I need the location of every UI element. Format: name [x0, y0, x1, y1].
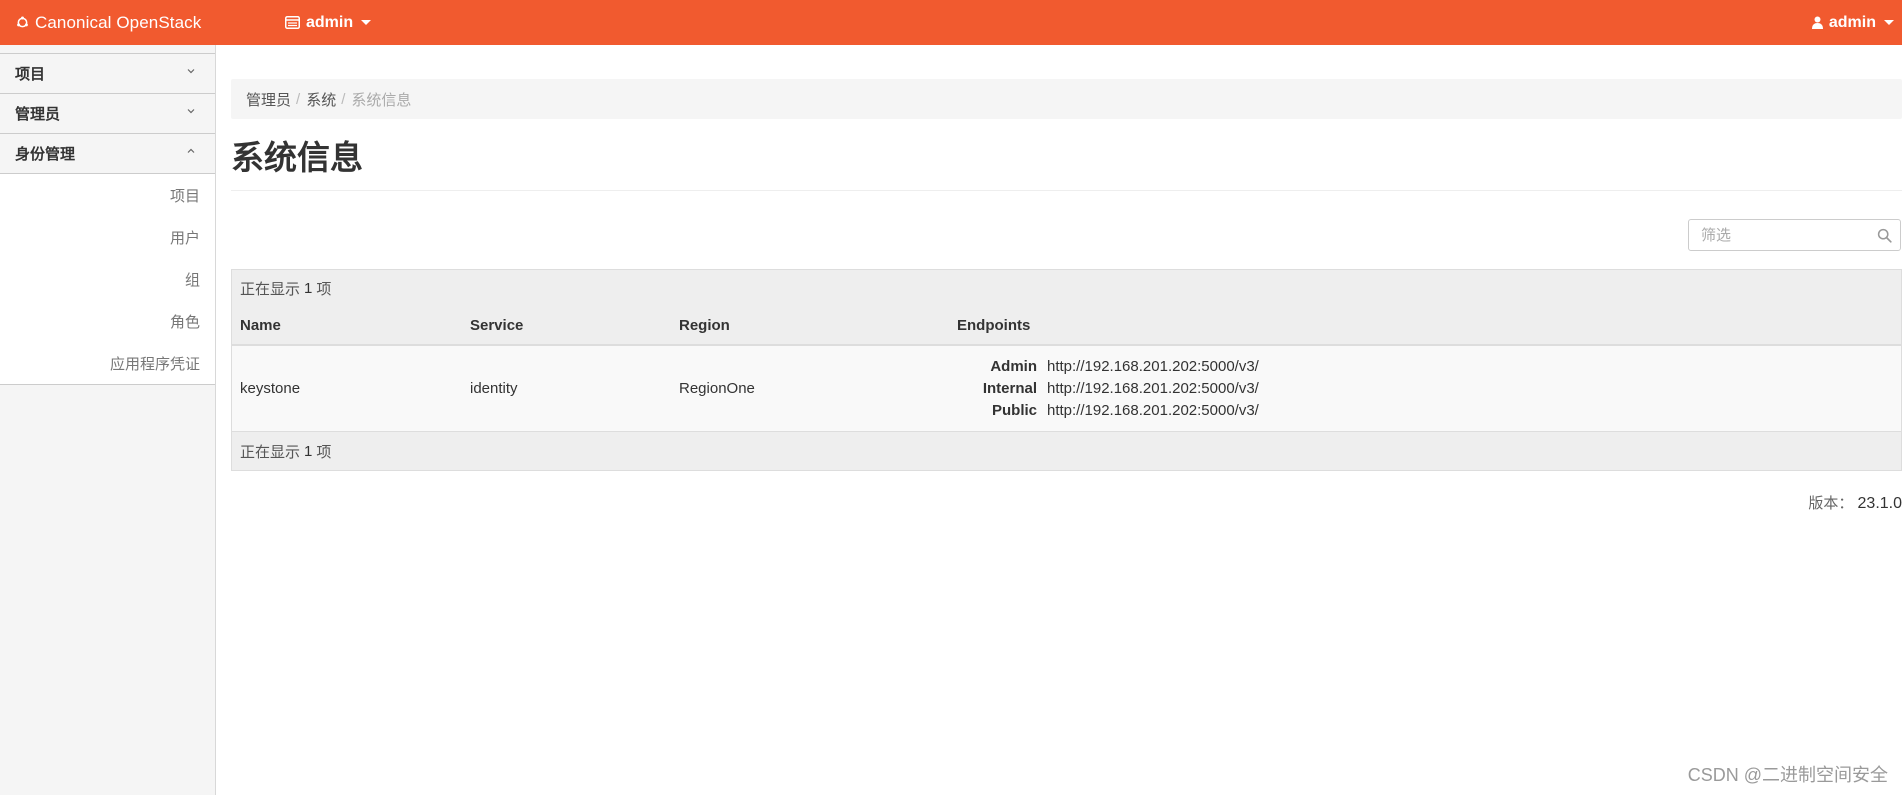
table-header-row: Name Service Region Endpoints [232, 306, 1901, 346]
column-header-service: Service [470, 316, 524, 334]
sidebar-item-label: 用户 [169, 229, 200, 247]
search-icon[interactable] [1877, 228, 1892, 243]
sidebar-item-app-credentials[interactable]: 应用程序凭证 [0, 342, 215, 384]
page-title: 系统信息 [231, 139, 363, 176]
user-name: admin [1828, 13, 1876, 31]
endpoint-url: http://192.168.201.202:5000/v3/ [1047, 402, 1259, 419]
user-menu[interactable]: admin [1811, 0, 1894, 45]
sidebar-group-label: 项目 [15, 66, 46, 83]
project-switcher[interactable]: admin [285, 0, 372, 45]
openstack-logo-icon [17, 16, 28, 28]
sidebar: 项目 管理员 身份管理 项目 用户 组 角色 应用程序凭证 [0, 45, 216, 795]
sidebar-group-label: 管理员 [15, 106, 61, 123]
sidebar-item-label: 应用程序凭证 [109, 355, 200, 373]
services-table: 正在显示 1 项 Name Service Region Endpoints k… [231, 269, 1902, 471]
endpoint-type: Internal [982, 380, 1037, 397]
breadcrumb: 管理员 / 系统 / 系统信息 [231, 79, 1902, 119]
breadcrumb-item-admin[interactable]: 管理员 [246, 89, 291, 110]
column-header-region: Region [679, 316, 730, 334]
brand[interactable]: Canonical OpenStack [16, 0, 201, 45]
chevron-down-icon [361, 20, 372, 25]
count-prefix: 正在显示 [240, 280, 301, 298]
chevron-down-icon [187, 69, 195, 74]
breadcrumb-separator: / [341, 90, 346, 108]
table-row: keystone identity RegionOne Admin http:/… [232, 346, 1901, 432]
sidebar-group-project[interactable]: 项目 [0, 53, 215, 93]
version-info: 版本： 23.1.0 [1808, 492, 1902, 513]
watermark: CSDN @二进制空间安全 [1687, 765, 1888, 785]
endpoint-type: Admin [990, 358, 1037, 375]
project-name: admin [306, 13, 354, 31]
breadcrumb-item-system[interactable]: 系统 [306, 89, 336, 110]
endpoint-url: http://192.168.201.202:5000/v3/ [1047, 358, 1259, 375]
sidebar-group-admin[interactable]: 管理员 [0, 93, 215, 133]
sidebar-item-label: 组 [184, 271, 200, 289]
chevron-down-icon [187, 109, 195, 114]
sidebar-item-projects[interactable]: 项目 [0, 174, 215, 216]
endpoint-type: Public [991, 402, 1037, 419]
version-label: 版本： [1808, 495, 1854, 512]
sidebar-group-label: 身份管理 [15, 146, 76, 163]
cell-service: identity [470, 380, 518, 397]
cell-region: RegionOne [679, 380, 755, 397]
project-icon [285, 16, 300, 29]
sidebar-item-label: 项目 [169, 187, 200, 205]
sidebar-identity-submenu: 项目 用户 组 角色 应用程序凭证 [0, 173, 215, 384]
count-prefix: 正在显示 [240, 443, 301, 461]
sidebar-item-groups[interactable]: 组 [0, 258, 215, 300]
count-value: 1 [304, 442, 313, 460]
brand-name: Canonical OpenStack [35, 12, 202, 32]
sidebar-divider [0, 384, 215, 385]
endpoint-url: http://192.168.201.202:5000/v3/ [1047, 380, 1259, 397]
user-icon [1811, 16, 1823, 29]
column-header-endpoints: Endpoints [957, 316, 1031, 334]
cell-name: keystone [240, 380, 301, 397]
sidebar-item-roles[interactable]: 角色 [0, 300, 215, 342]
top-navbar: Canonical OpenStack admin admin [0, 0, 1902, 45]
cell-endpoints: Admin http://192.168.201.202:5000/v3/ In… [949, 358, 1901, 419]
sidebar-item-label: 角色 [169, 313, 200, 331]
chevron-down-icon [1884, 20, 1894, 25]
filter-box [1688, 219, 1901, 251]
filter-input[interactable] [1689, 220, 1869, 250]
table-count-footer: 正在显示 1 项 [232, 432, 1901, 470]
table-count-header: 正在显示 1 项 [232, 270, 1901, 306]
count-suffix: 项 [316, 443, 332, 461]
count-value: 1 [304, 279, 313, 297]
sidebar-group-identity[interactable]: 身份管理 [0, 133, 215, 173]
sidebar-item-users[interactable]: 用户 [0, 216, 215, 258]
chevron-up-icon [187, 148, 195, 153]
breadcrumb-separator: / [296, 90, 301, 108]
count-suffix: 项 [316, 280, 332, 298]
version-value: 23.1.0 [1857, 495, 1902, 512]
main-content: 管理员 / 系统 / 系统信息 系统信息 正在显示 1 项 Name Servi… [231, 45, 1902, 795]
title-divider [231, 190, 1902, 191]
endpoint-list: Admin http://192.168.201.202:5000/v3/ In… [957, 358, 1901, 419]
column-header-name: Name [240, 316, 281, 334]
breadcrumb-item-current: 系统信息 [351, 91, 412, 109]
